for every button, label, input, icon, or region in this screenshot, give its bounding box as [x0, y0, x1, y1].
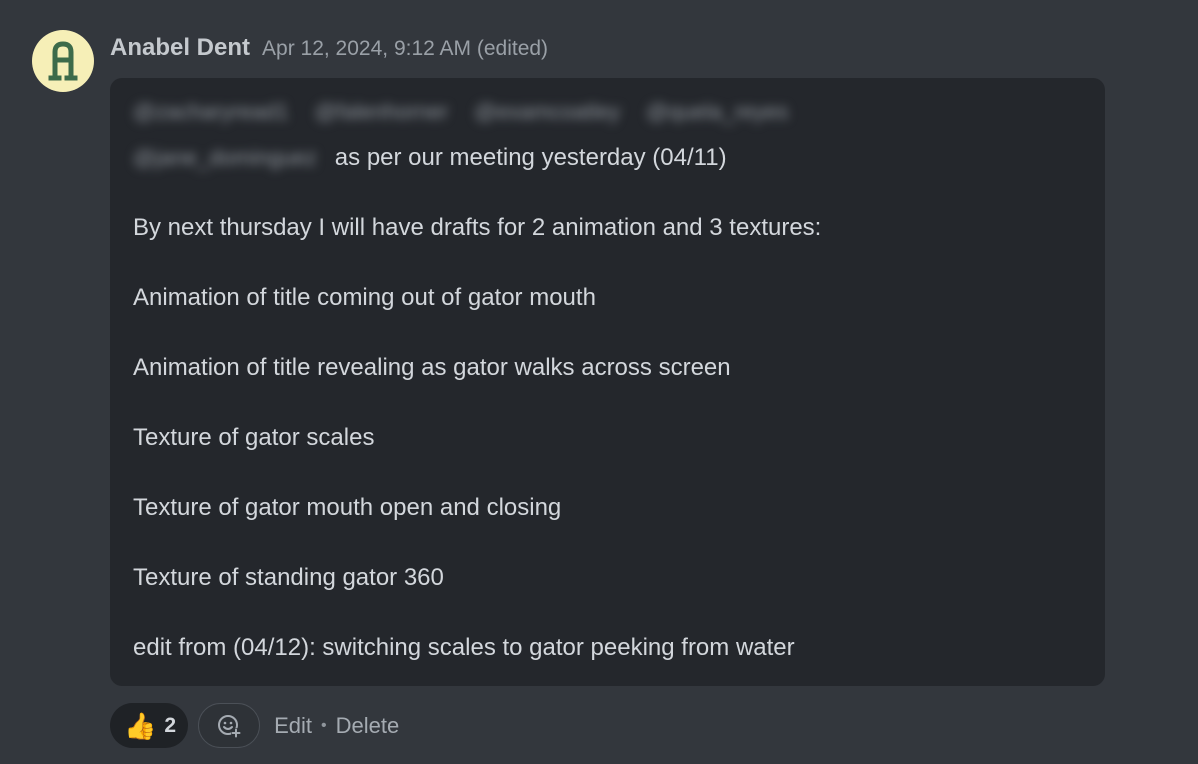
- mention[interactable]: @jane_dominguez: [133, 142, 317, 174]
- mention[interactable]: @quela_reyes: [646, 96, 788, 128]
- mentions-row: @jane_dominguez as per our meeting yeste…: [133, 142, 1081, 174]
- mention[interactable]: @falenhorner: [315, 96, 449, 128]
- message-body: @zacharyread1 @falenhorner @examcoatley …: [110, 78, 1105, 686]
- author-name[interactable]: Anabel Dent: [110, 34, 250, 62]
- mention[interactable]: @examcoatley: [474, 96, 620, 128]
- delete-link[interactable]: Delete: [336, 713, 400, 739]
- thumbs-up-icon: 👍: [124, 710, 157, 741]
- edited-label: (edited): [476, 37, 549, 60]
- message-line: By next thursday I will have drafts for …: [133, 214, 822, 241]
- message-line: edit from (04/12): switching scales to g…: [133, 634, 795, 661]
- message-line: Texture of gator mouth open and closing: [133, 494, 562, 521]
- reaction-count: 2: [164, 713, 177, 737]
- message-actions: Edit • Delete: [274, 713, 399, 739]
- add-reaction-icon: [218, 714, 242, 738]
- message-line: Animation of title revealing as gator wa…: [133, 354, 731, 381]
- reactions-bar: 👍 2 Edit • Delete: [110, 703, 399, 748]
- avatar[interactable]: [32, 30, 94, 92]
- message-line: Texture of standing gator 360: [133, 564, 444, 591]
- mentions-row: @zacharyread1 @falenhorner @examcoatley …: [133, 96, 1081, 128]
- action-separator: •: [320, 716, 327, 734]
- timestamp[interactable]: Apr 12, 2024, 9:12 AM (edited): [262, 37, 548, 61]
- message-header: Anabel Dent Apr 12, 2024, 9:12 AM (edite…: [110, 34, 548, 62]
- intro-text: as per our meeting yesterday (04/11): [334, 144, 727, 171]
- thumbs-up-reaction[interactable]: 👍 2: [110, 703, 189, 748]
- mention[interactable]: @zacharyread1: [133, 96, 289, 128]
- edit-link[interactable]: Edit: [274, 713, 312, 739]
- message-line: Texture of gator scales: [133, 424, 375, 451]
- message: Anabel Dent Apr 12, 2024, 9:12 AM (edite…: [0, 0, 1198, 764]
- message-line: Animation of title coming out of gator m…: [133, 284, 596, 311]
- avatar-logo-icon: [48, 41, 78, 81]
- add-reaction-button[interactable]: [198, 703, 261, 748]
- timestamp-text: Apr 12, 2024, 9:12 AM: [262, 37, 471, 60]
